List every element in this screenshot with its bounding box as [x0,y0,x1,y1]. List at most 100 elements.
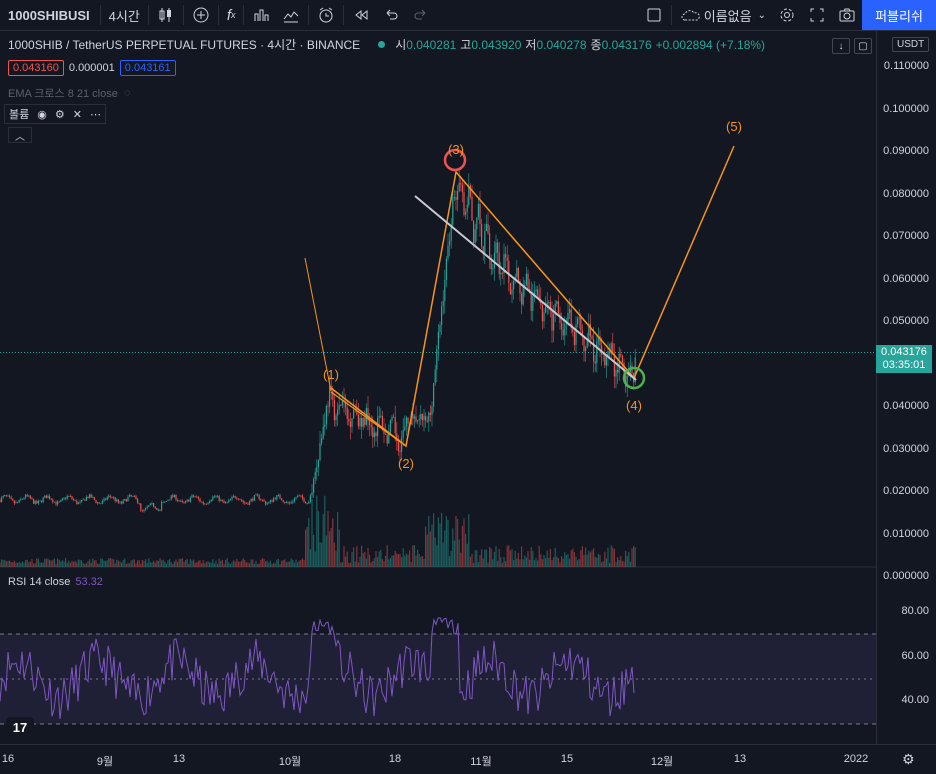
current-price-label: 0.043176 03:35:01 [876,345,932,373]
candle-body [541,304,543,322]
volume-bar [442,542,444,567]
sell-price[interactable]: 0.043160 [8,60,64,76]
redo-icon[interactable] [406,0,436,30]
publish-button[interactable]: 퍼블리쉬 [862,0,936,30]
ema-indicator-legend[interactable]: EMA 크로스 8 21 close ◌ [8,85,130,101]
collapse-legend-icon[interactable]: ︿ [8,127,32,143]
price-axis[interactable]: 0.110000 0.100000 0.090000 0.080000 0.07… [876,30,936,744]
volume-bar [311,498,313,567]
volume-bar [381,559,383,567]
close-icon[interactable]: ✕ [69,108,86,121]
candle-body [513,280,515,290]
candle-body [357,414,359,427]
price-chart[interactable] [0,30,876,744]
candle-style-icon[interactable] [151,0,181,30]
layout-menu[interactable]: 이름없음 ⌄ [674,0,772,30]
volume-bar [385,555,387,567]
settings-icon[interactable]: ⚙ [51,108,69,121]
candle-body [47,496,49,499]
arrow-down-icon[interactable]: ↓ [832,38,850,54]
candle-body [578,317,580,319]
volume-bar [42,562,44,567]
volume-bar [618,560,620,567]
tradingview-logo-icon[interactable]: 17 [6,717,34,737]
settings-gear-icon[interactable] [772,0,802,30]
candle-body [397,441,399,452]
volume-bar [602,561,604,567]
volume-bar [245,562,247,567]
candle-body [346,407,348,419]
fullscreen-icon[interactable] [802,0,832,30]
volume-bar [60,561,62,567]
price-tick: 0.080000 [883,188,929,200]
time-tick: 11월 [470,756,492,768]
volume-bar [276,559,278,567]
replay-icon[interactable] [346,0,376,30]
symbol-search[interactable]: 1000SHIBUSI [0,0,98,30]
buy-price[interactable]: 0.043161 [119,60,176,76]
candle-body [231,496,233,500]
candle-body [225,502,227,504]
volume-bar [476,550,478,567]
rsi-tick: 60.00 [901,650,929,662]
volume-bar [260,559,262,567]
rsi-legend[interactable]: RSI 14 close 53.32 [8,576,103,588]
volume-bar [10,561,12,567]
maximize-pane-icon[interactable]: ▢ [854,38,872,54]
financials-icon[interactable] [246,0,276,30]
volume-bar [73,561,75,567]
time-tick: 16 [1,753,15,765]
candle-body [36,500,38,504]
undo-icon[interactable] [376,0,406,30]
time-axis[interactable]: 16 9월 13 10월 18 11월 15 12월 13 2022 ⚙ [0,744,936,774]
candle-body [335,415,337,421]
volume-bar [421,556,423,567]
volume-bar [439,523,441,567]
candle-body [89,494,91,498]
volume-bar [337,511,339,567]
volume-bar [332,518,334,567]
candle-body [375,432,377,437]
compare-add-icon[interactable] [186,0,216,30]
volume-bar [479,554,481,567]
candle-body [95,499,97,503]
eye-hidden-icon[interactable]: ◌ [124,87,131,99]
candle-body [447,245,449,259]
candle-body [525,273,527,286]
candle-body [537,289,539,296]
candle-body [31,498,33,500]
settings-gear-icon[interactable]: ⚙ [902,751,915,768]
candle-body [25,494,27,498]
interval-selector[interactable]: 4시간 [103,0,146,30]
volume-bar [265,561,267,567]
alert-clock-icon[interactable] [311,0,341,30]
volume-bar [284,559,286,567]
volume-bar [87,561,89,567]
candle-body [487,223,489,234]
volume-bar [212,559,214,567]
camera-icon[interactable] [832,0,862,30]
volume-bar [81,560,83,567]
candle-body [197,496,199,499]
candle-body [247,503,249,505]
more-icon[interactable]: ⋯ [86,108,105,121]
candle-body [401,437,403,452]
candle-body [298,495,300,497]
candle-body [4,495,6,497]
candle-body [349,421,351,427]
indicators-icon[interactable]: fx [221,0,242,30]
volume-bar [597,553,599,567]
candle-body [137,498,139,504]
candle-body [167,500,169,502]
volume-bar [628,551,630,567]
eye-icon[interactable]: ◉ [33,108,51,121]
templates-icon[interactable] [276,0,306,30]
candle-body [257,494,259,496]
fullscreen-square-icon[interactable] [639,0,669,30]
volume-bar [292,559,294,567]
volume-bar [148,558,150,567]
candle-body [215,496,217,498]
candle-body [295,497,297,499]
candle-body [49,496,51,499]
volume-bar [399,553,401,567]
